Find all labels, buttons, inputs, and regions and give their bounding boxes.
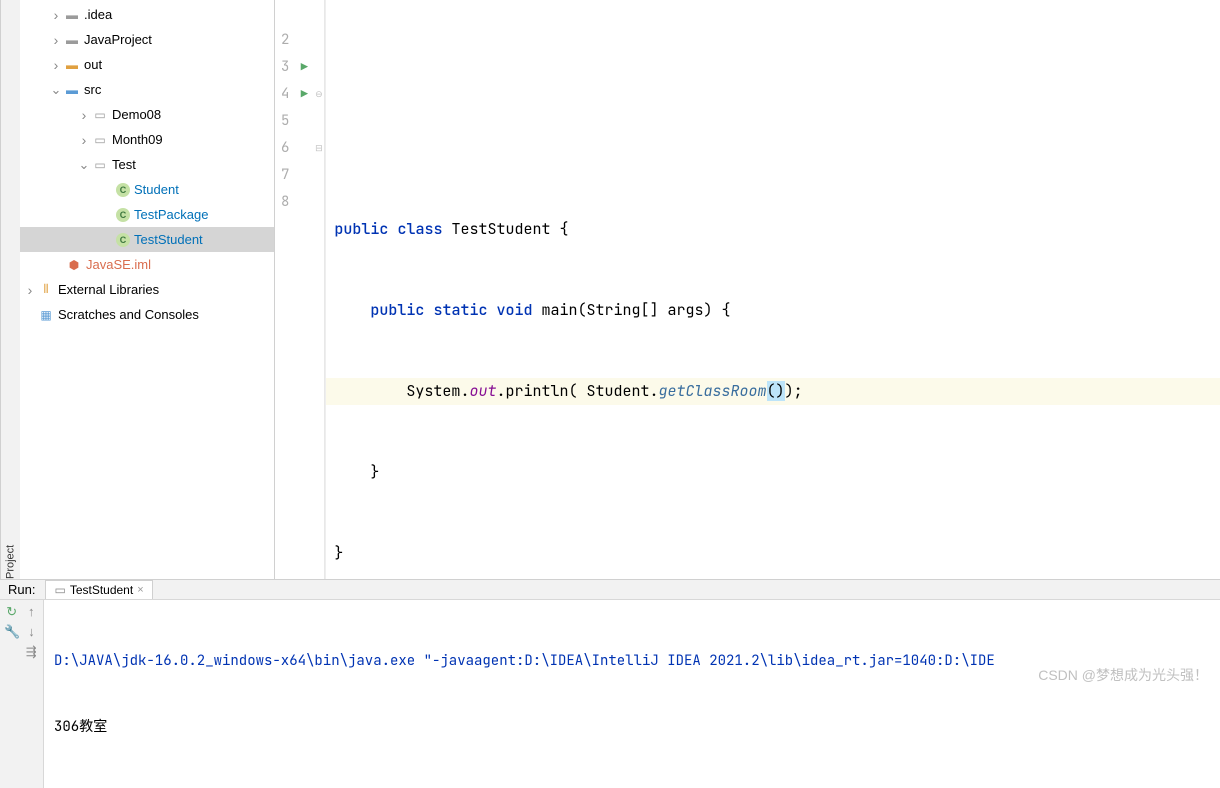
run-label: Run: bbox=[8, 582, 35, 597]
tree-node-scratches[interactable]: ▦ Scratches and Consoles bbox=[20, 302, 274, 327]
tree-label: Month09 bbox=[112, 132, 163, 147]
package-icon: ▭ bbox=[92, 107, 108, 123]
code-editor[interactable]: 1 2 3 4 5 6 7 8 ▶ ▶ ⊖ ⊟ bbox=[275, 0, 1220, 579]
line-numbers: 1 2 3 4 5 6 7 8 bbox=[275, 0, 295, 579]
libraries-icon: ⫴ bbox=[38, 282, 54, 298]
run-config-tab[interactable]: ▭ TestStudent × bbox=[45, 580, 152, 599]
scratches-icon: ▦ bbox=[38, 307, 54, 323]
package-icon: ▭ bbox=[92, 157, 108, 173]
tree-node-external-libs[interactable]: ⫴ External Libraries bbox=[20, 277, 274, 302]
run-tab-icon: ▭ bbox=[54, 583, 65, 597]
tree-node-testpackage[interactable]: C TestPackage bbox=[20, 202, 274, 227]
chevron-right-icon[interactable] bbox=[48, 32, 64, 48]
fold-gutter: ⊖ ⊟ bbox=[313, 0, 325, 579]
console-stdout: 306教室 bbox=[54, 716, 1210, 738]
chevron-right-icon[interactable] bbox=[48, 7, 64, 23]
tree-node-teststudent[interactable]: C TestStudent bbox=[20, 227, 274, 252]
java-class-icon: C bbox=[116, 208, 130, 222]
chevron-down-icon[interactable] bbox=[76, 157, 92, 173]
project-tool-window-tab[interactable]: Project bbox=[0, 0, 20, 579]
tree-node-javaproject[interactable]: ▬ JavaProject bbox=[20, 27, 274, 52]
folder-icon: ▬ bbox=[64, 57, 80, 73]
tree-label: Test bbox=[112, 157, 136, 172]
up-icon[interactable]: ↑ bbox=[24, 604, 40, 620]
package-icon: ▭ bbox=[92, 132, 108, 148]
fold-handle-icon[interactable]: ⊖ bbox=[313, 81, 324, 108]
tree-label: Student bbox=[134, 182, 179, 197]
tree-label: .idea bbox=[84, 7, 112, 22]
tree-node-demo08[interactable]: ▭ Demo08 bbox=[20, 102, 274, 127]
fold-handle-icon[interactable]: ⊟ bbox=[313, 135, 324, 162]
source-folder-icon: ▬ bbox=[64, 82, 80, 98]
chevron-right-icon[interactable] bbox=[76, 107, 92, 123]
filter-icon[interactable]: ⇶ bbox=[24, 644, 40, 660]
rerun-icon[interactable]: ↻ bbox=[4, 604, 20, 620]
down-icon[interactable]: ↓ bbox=[24, 624, 39, 640]
tree-label: Scratches and Consoles bbox=[58, 307, 199, 322]
run-tab-label: TestStudent bbox=[70, 583, 133, 597]
tree-node-iml[interactable]: ⬢ JavaSE.iml bbox=[20, 252, 274, 277]
java-class-icon: C bbox=[116, 183, 130, 197]
tree-label: src bbox=[84, 82, 101, 97]
close-icon[interactable]: × bbox=[137, 584, 143, 596]
tree-node-student[interactable]: C Student bbox=[20, 177, 274, 202]
editor-gutter: 1 2 3 4 5 6 7 8 ▶ ▶ ⊖ ⊟ bbox=[275, 0, 326, 579]
tree-node-idea[interactable]: ▬ .idea bbox=[20, 2, 274, 27]
tree-node-src[interactable]: ▬ src bbox=[20, 77, 274, 102]
iml-file-icon: ⬢ bbox=[66, 257, 82, 273]
tree-label: JavaSE.iml bbox=[86, 257, 151, 272]
chevron-right-icon[interactable] bbox=[22, 282, 38, 298]
chevron-right-icon[interactable] bbox=[48, 57, 64, 73]
more-icon[interactable] bbox=[4, 644, 20, 660]
run-main-icon[interactable]: ▶ bbox=[295, 81, 313, 108]
tree-label: External Libraries bbox=[58, 282, 159, 297]
tree-node-month09[interactable]: ▭ Month09 bbox=[20, 127, 274, 152]
tree-label: TestPackage bbox=[134, 207, 208, 222]
run-class-icon[interactable]: ▶ bbox=[295, 54, 313, 81]
tree-label: TestStudent bbox=[134, 232, 203, 247]
project-tree: ▬ .idea ▬ JavaProject ▬ out ▬ src ▭ Demo… bbox=[20, 0, 275, 579]
chevron-down-icon[interactable] bbox=[48, 82, 64, 98]
code-content[interactable]: public class TestStudent { public static… bbox=[326, 0, 1220, 579]
tree-node-test[interactable]: ▭ Test bbox=[20, 152, 274, 177]
tree-node-out[interactable]: ▬ out bbox=[20, 52, 274, 77]
run-toolbar: ↻ ↑ 🔧 ↓ ⇶ bbox=[0, 600, 44, 788]
wrench-icon[interactable]: 🔧 bbox=[4, 624, 20, 640]
tree-label: Demo08 bbox=[112, 107, 161, 122]
java-class-icon: C bbox=[116, 233, 130, 247]
folder-icon: ▬ bbox=[64, 7, 80, 23]
tree-label: JavaProject bbox=[84, 32, 152, 47]
chevron-right-icon[interactable] bbox=[76, 132, 92, 148]
run-gutter: ▶ ▶ bbox=[295, 0, 313, 579]
folder-icon: ▬ bbox=[64, 32, 80, 48]
tree-label: out bbox=[84, 57, 102, 72]
